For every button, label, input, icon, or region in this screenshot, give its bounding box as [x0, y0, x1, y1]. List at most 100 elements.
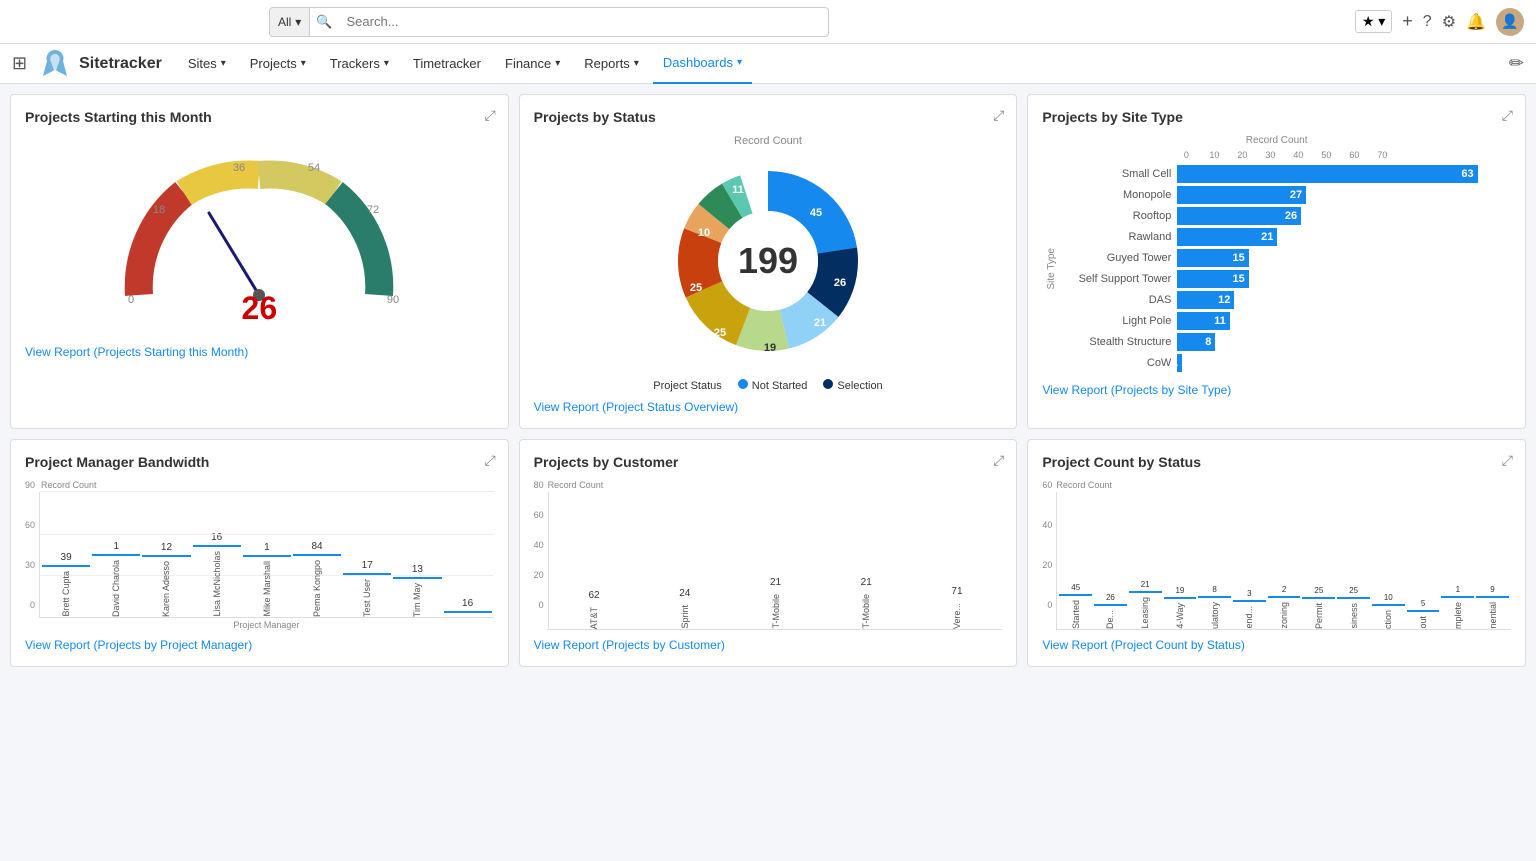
hbar-track: 15 — [1177, 249, 1511, 267]
hbar-label: Rooftop — [1057, 210, 1177, 222]
vbar-col: 1 mplete — [1441, 585, 1474, 629]
help-icon[interactable]: ? — [1423, 13, 1432, 31]
vbar-col: 9 nential — [1476, 585, 1509, 629]
hbar-fill: 15 — [1177, 270, 1248, 288]
card-donut: Projects by Status ⤢ Record Count — [519, 94, 1018, 429]
vbar-customer-bars: 62 AT&T 24 Sprint 21 T-Mobile 21 T-Mobil… — [548, 492, 1003, 630]
vbar-col: 3 end... — [1233, 589, 1266, 629]
svg-text:45: 45 — [810, 207, 822, 219]
hbar-label: Guyed Tower — [1057, 252, 1177, 264]
expand-icon[interactable]: ⤢ — [1502, 452, 1513, 469]
hbar-fill: 21 — [1177, 228, 1277, 246]
view-report-status[interactable]: View Report (Project Count by Status) — [1042, 638, 1511, 652]
nav-item-reports[interactable]: Reports ▾ — [574, 44, 649, 84]
notification-icon[interactable]: 🔔 — [1466, 12, 1486, 32]
view-report-pm[interactable]: View Report (Projects by Project Manager… — [25, 638, 494, 652]
vbar-col: 1 Mike Marshall — [243, 542, 291, 617]
vbar-bar — [1059, 594, 1092, 596]
view-report-hbar[interactable]: View Report (Projects by Site Type) — [1042, 383, 1511, 397]
nav-item-dashboards[interactable]: Dashboards ▾ — [653, 44, 752, 84]
grid-icon[interactable]: ⊞ — [12, 53, 27, 74]
vbar-col: 10 ction — [1372, 593, 1405, 629]
svg-text:25: 25 — [714, 327, 726, 339]
chevron-down-icon: ▾ — [737, 57, 742, 68]
vbar-bar — [1198, 596, 1231, 598]
nav-item-timetracker[interactable]: Timetracker — [403, 44, 491, 84]
hbar-track: 21 — [1177, 228, 1511, 246]
donut-legend: Project Status Not Started Selection — [653, 379, 882, 392]
view-report-gauge[interactable]: View Report (Projects Starting this Mont… — [25, 345, 494, 359]
chevron-down-icon: ▾ — [221, 58, 226, 69]
hbar-label: Rawland — [1057, 231, 1177, 243]
hbar-label: Light Pole — [1057, 315, 1177, 327]
vbar-status-chart: Record Count 45 Started 26 De... 21 Leas… — [1056, 480, 1511, 630]
vbar-col: 17 Test User — [343, 560, 391, 617]
svg-text:0: 0 — [128, 294, 134, 306]
hbar-row: Small Cell 63 — [1057, 165, 1511, 183]
view-report-donut[interactable]: View Report (Project Status Overview) — [534, 400, 1003, 414]
donut-axis-label: Record Count — [734, 135, 802, 147]
hbar-label: Self Support Tower — [1057, 273, 1177, 285]
view-report-customer[interactable]: View Report (Projects by Customer) — [534, 638, 1003, 652]
hbar-value: 63 — [1461, 168, 1473, 180]
vbar-col: 1 David Charola — [92, 541, 140, 617]
vbar-bar — [1476, 596, 1509, 598]
edit-icon[interactable]: ✏ — [1509, 53, 1524, 74]
expand-icon[interactable]: ⤢ — [484, 452, 495, 469]
expand-icon[interactable]: ⤢ — [484, 107, 495, 124]
all-dropdown[interactable]: All ▾ — [270, 8, 310, 36]
hbar-value: 15 — [1232, 252, 1244, 264]
svg-text:25: 25 — [690, 282, 702, 294]
svg-text:26: 26 — [834, 277, 846, 289]
search-input[interactable] — [339, 14, 828, 29]
settings-icon[interactable]: ⚙ — [1442, 12, 1456, 32]
hbar-row: Rooftop 26 — [1057, 207, 1511, 225]
vbar-col: 24 Sprint — [643, 588, 726, 629]
vbar-customer-title: Projects by Customer — [534, 454, 1003, 470]
vbar-bar — [92, 554, 140, 556]
vbar-bar — [142, 555, 190, 557]
hbar-row: Guyed Tower 15 — [1057, 249, 1511, 267]
hbar-track: 12 — [1177, 291, 1511, 309]
chevron-down-icon: ▾ — [384, 58, 389, 69]
hbar-label: Stealth Structure — [1057, 336, 1177, 348]
nav-item-trackers[interactable]: Trackers ▾ — [320, 44, 399, 84]
nav-item-finance[interactable]: Finance ▾ — [495, 44, 570, 84]
vbar-col: 84 Pema Kongpo — [293, 541, 341, 617]
vbar-bar — [42, 565, 90, 567]
nav-item-projects[interactable]: Projects ▾ — [240, 44, 316, 84]
hbar-fill: 1 — [1177, 354, 1182, 372]
svg-text:10: 10 — [698, 227, 710, 239]
vbar-pm-bars: 39 Brett Cupta 1 David Charola 12 Karen … — [39, 492, 494, 618]
vbar-col: 21 Leasing — [1129, 580, 1162, 629]
vbar-bar — [193, 545, 241, 547]
vbar-col: 25 siness — [1337, 586, 1370, 629]
hbar-value: 27 — [1290, 189, 1302, 201]
vbar-customer-ylabel: Record Count — [548, 480, 1003, 490]
card-gauge: Projects Starting this Month ⤢ 0 18 36 5… — [10, 94, 509, 429]
vbar-bar — [1094, 604, 1127, 606]
vbar-col: 21 T-Mobile — [825, 577, 908, 629]
expand-icon[interactable]: ⤢ — [993, 452, 1004, 469]
expand-icon[interactable]: ⤢ — [1502, 107, 1513, 124]
vbar-bar — [1268, 596, 1301, 598]
favorites-button[interactable]: ★ ▾ — [1355, 10, 1392, 33]
vbar-col: 8 ulatory — [1198, 585, 1231, 629]
vbar-pm-chart: Record Count 39 Brett Cupta 1 David Char… — [39, 480, 494, 630]
hbar-rows: Small Cell 63 Monopole 27 Rooftop 26 Raw… — [1057, 162, 1511, 375]
avatar[interactable]: 👤 — [1496, 8, 1524, 36]
card-vbar-pm: Project Manager Bandwidth ⤢ 90 60 30 0 R… — [10, 439, 509, 667]
add-icon[interactable]: + — [1402, 11, 1413, 32]
vbar-col: 2 zoning — [1268, 585, 1301, 629]
svg-text:19: 19 — [764, 342, 776, 354]
hbar-value: 11 — [1214, 315, 1226, 327]
dashboard: Projects Starting this Month ⤢ 0 18 36 5… — [0, 84, 1536, 677]
vbar-bar — [243, 555, 291, 557]
chevron-down-icon: ▾ — [301, 58, 306, 69]
svg-text:90: 90 — [387, 294, 399, 306]
hbar-track: 1 — [1177, 354, 1511, 372]
nav-item-sites[interactable]: Sites ▾ — [178, 44, 236, 84]
hbar-fill: 63 — [1177, 165, 1477, 183]
hbar-value: 21 — [1261, 231, 1273, 243]
expand-icon[interactable]: ⤢ — [993, 107, 1004, 124]
